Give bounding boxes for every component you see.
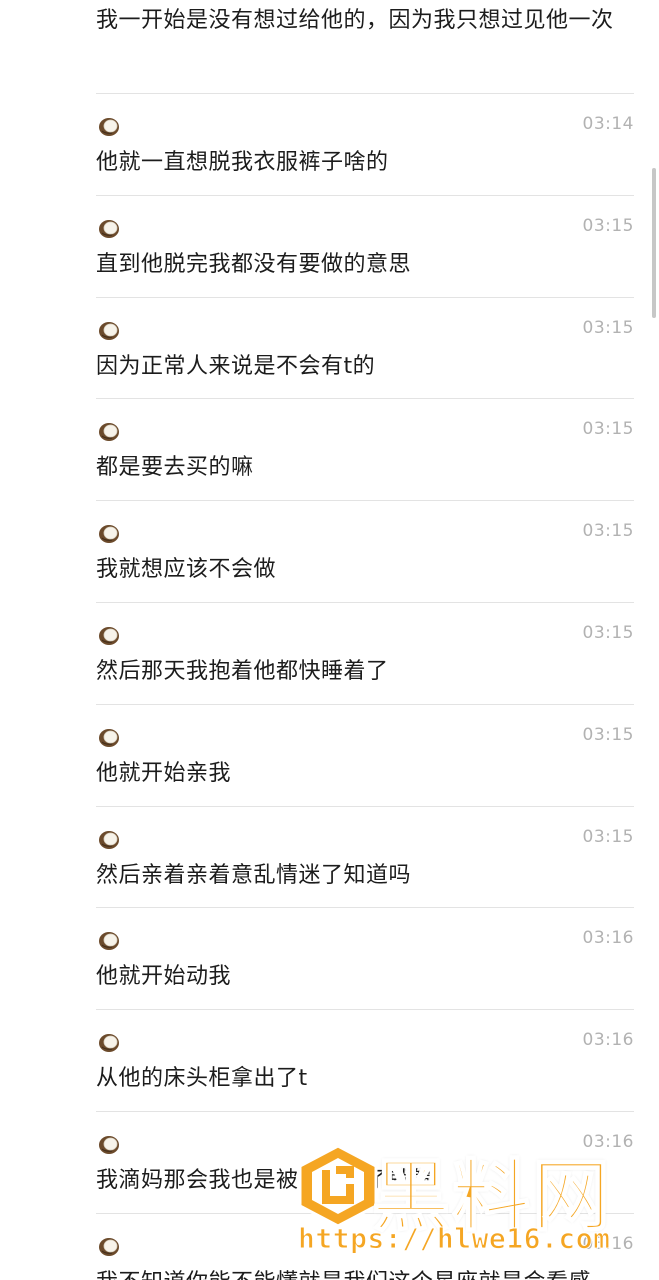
message-row[interactable]: 03:16 我不知道你能不能懂就是我们这个星座就是会看感	[96, 1213, 634, 1280]
message-time: 03:15	[582, 725, 634, 745]
coconut-avatar-icon[interactable]	[98, 117, 120, 137]
message-text: 他就一直想脱我衣服裤子啥的	[96, 150, 389, 175]
message-row[interactable]: 03:16 他就开始动我	[96, 907, 634, 1009]
message-text: 都是要去买的嘛	[96, 455, 254, 480]
message-time: 03:16	[582, 1234, 634, 1254]
message-time: 03:15	[582, 318, 634, 338]
message-text: 然后亲着亲着意乱情迷了知道吗	[96, 863, 412, 888]
message-row[interactable]: 03:16 从他的床头柜拿出了t	[96, 1009, 634, 1111]
message-row[interactable]: 03:15 然后亲着亲着意乱情迷了知道吗	[96, 806, 634, 908]
chat-history[interactable]: 我一开始是没有想过给他的，因为我只想过见他一次 03:14 他就一直想脱我衣服裤子…	[0, 0, 659, 1280]
coconut-avatar-icon[interactable]	[98, 1033, 120, 1053]
message-row[interactable]: 03:14 他就一直想脱我衣服裤子啥的	[96, 93, 634, 195]
message-text: 他就开始动我	[96, 964, 232, 989]
message-text: 我一开始是没有想过给他的，因为我只想过见他一次	[96, 8, 614, 33]
message-text: 直到他脱完我都没有要做的意思	[96, 252, 412, 277]
message-row[interactable]: 03:15 然后那天我抱着他都快睡着了	[96, 602, 634, 704]
coconut-avatar-icon[interactable]	[98, 728, 120, 748]
coconut-avatar-icon[interactable]	[98, 931, 120, 951]
message-text: 他就开始亲我	[96, 761, 232, 786]
message-text: 我不知道你能不能懂就是我们这个星座就是会看感	[96, 1264, 591, 1280]
message-row[interactable]: 03:15 我就想应该不会做	[96, 500, 634, 602]
message-text: 我滴妈那会我也是被弄迷糊了就躺	[96, 1168, 434, 1193]
message-time: 03:15	[582, 827, 634, 847]
coconut-avatar-icon[interactable]	[98, 219, 120, 239]
message-row[interactable]: 03:15 直到他脱完我都没有要做的意思	[96, 195, 634, 297]
message-row[interactable]: 03:15 因为正常人来说是不会有t的	[96, 297, 634, 399]
message-time: 03:14	[582, 114, 634, 134]
message-row[interactable]: 03:15 都是要去买的嘛	[96, 398, 634, 500]
message-time: 03:15	[582, 521, 634, 541]
coconut-avatar-icon[interactable]	[98, 830, 120, 850]
message-time: 03:16	[582, 1030, 634, 1050]
message-row[interactable]: 03:16 我滴妈那会我也是被弄迷糊了就躺	[96, 1111, 634, 1213]
coconut-avatar-icon[interactable]	[98, 626, 120, 646]
coconut-avatar-icon[interactable]	[98, 321, 120, 341]
coconut-avatar-icon[interactable]	[98, 1135, 120, 1155]
message-text: 从他的床头柜拿出了t	[96, 1066, 308, 1091]
coconut-avatar-icon[interactable]	[98, 1237, 120, 1257]
message-row[interactable]: 03:15 他就开始亲我	[96, 704, 634, 806]
coconut-avatar-icon[interactable]	[98, 422, 120, 442]
scrollbar[interactable]	[652, 168, 656, 318]
message-time: 03:15	[582, 623, 634, 643]
message-text: 因为正常人来说是不会有t的	[96, 354, 376, 379]
message-time: 03:16	[582, 928, 634, 948]
message-time: 03:15	[582, 216, 634, 236]
message-text: 然后那天我抱着他都快睡着了	[96, 659, 389, 684]
message-time: 03:16	[582, 1132, 634, 1152]
coconut-avatar-icon[interactable]	[98, 524, 120, 544]
message-time: 03:15	[582, 419, 634, 439]
message-text: 我就想应该不会做	[96, 557, 277, 582]
